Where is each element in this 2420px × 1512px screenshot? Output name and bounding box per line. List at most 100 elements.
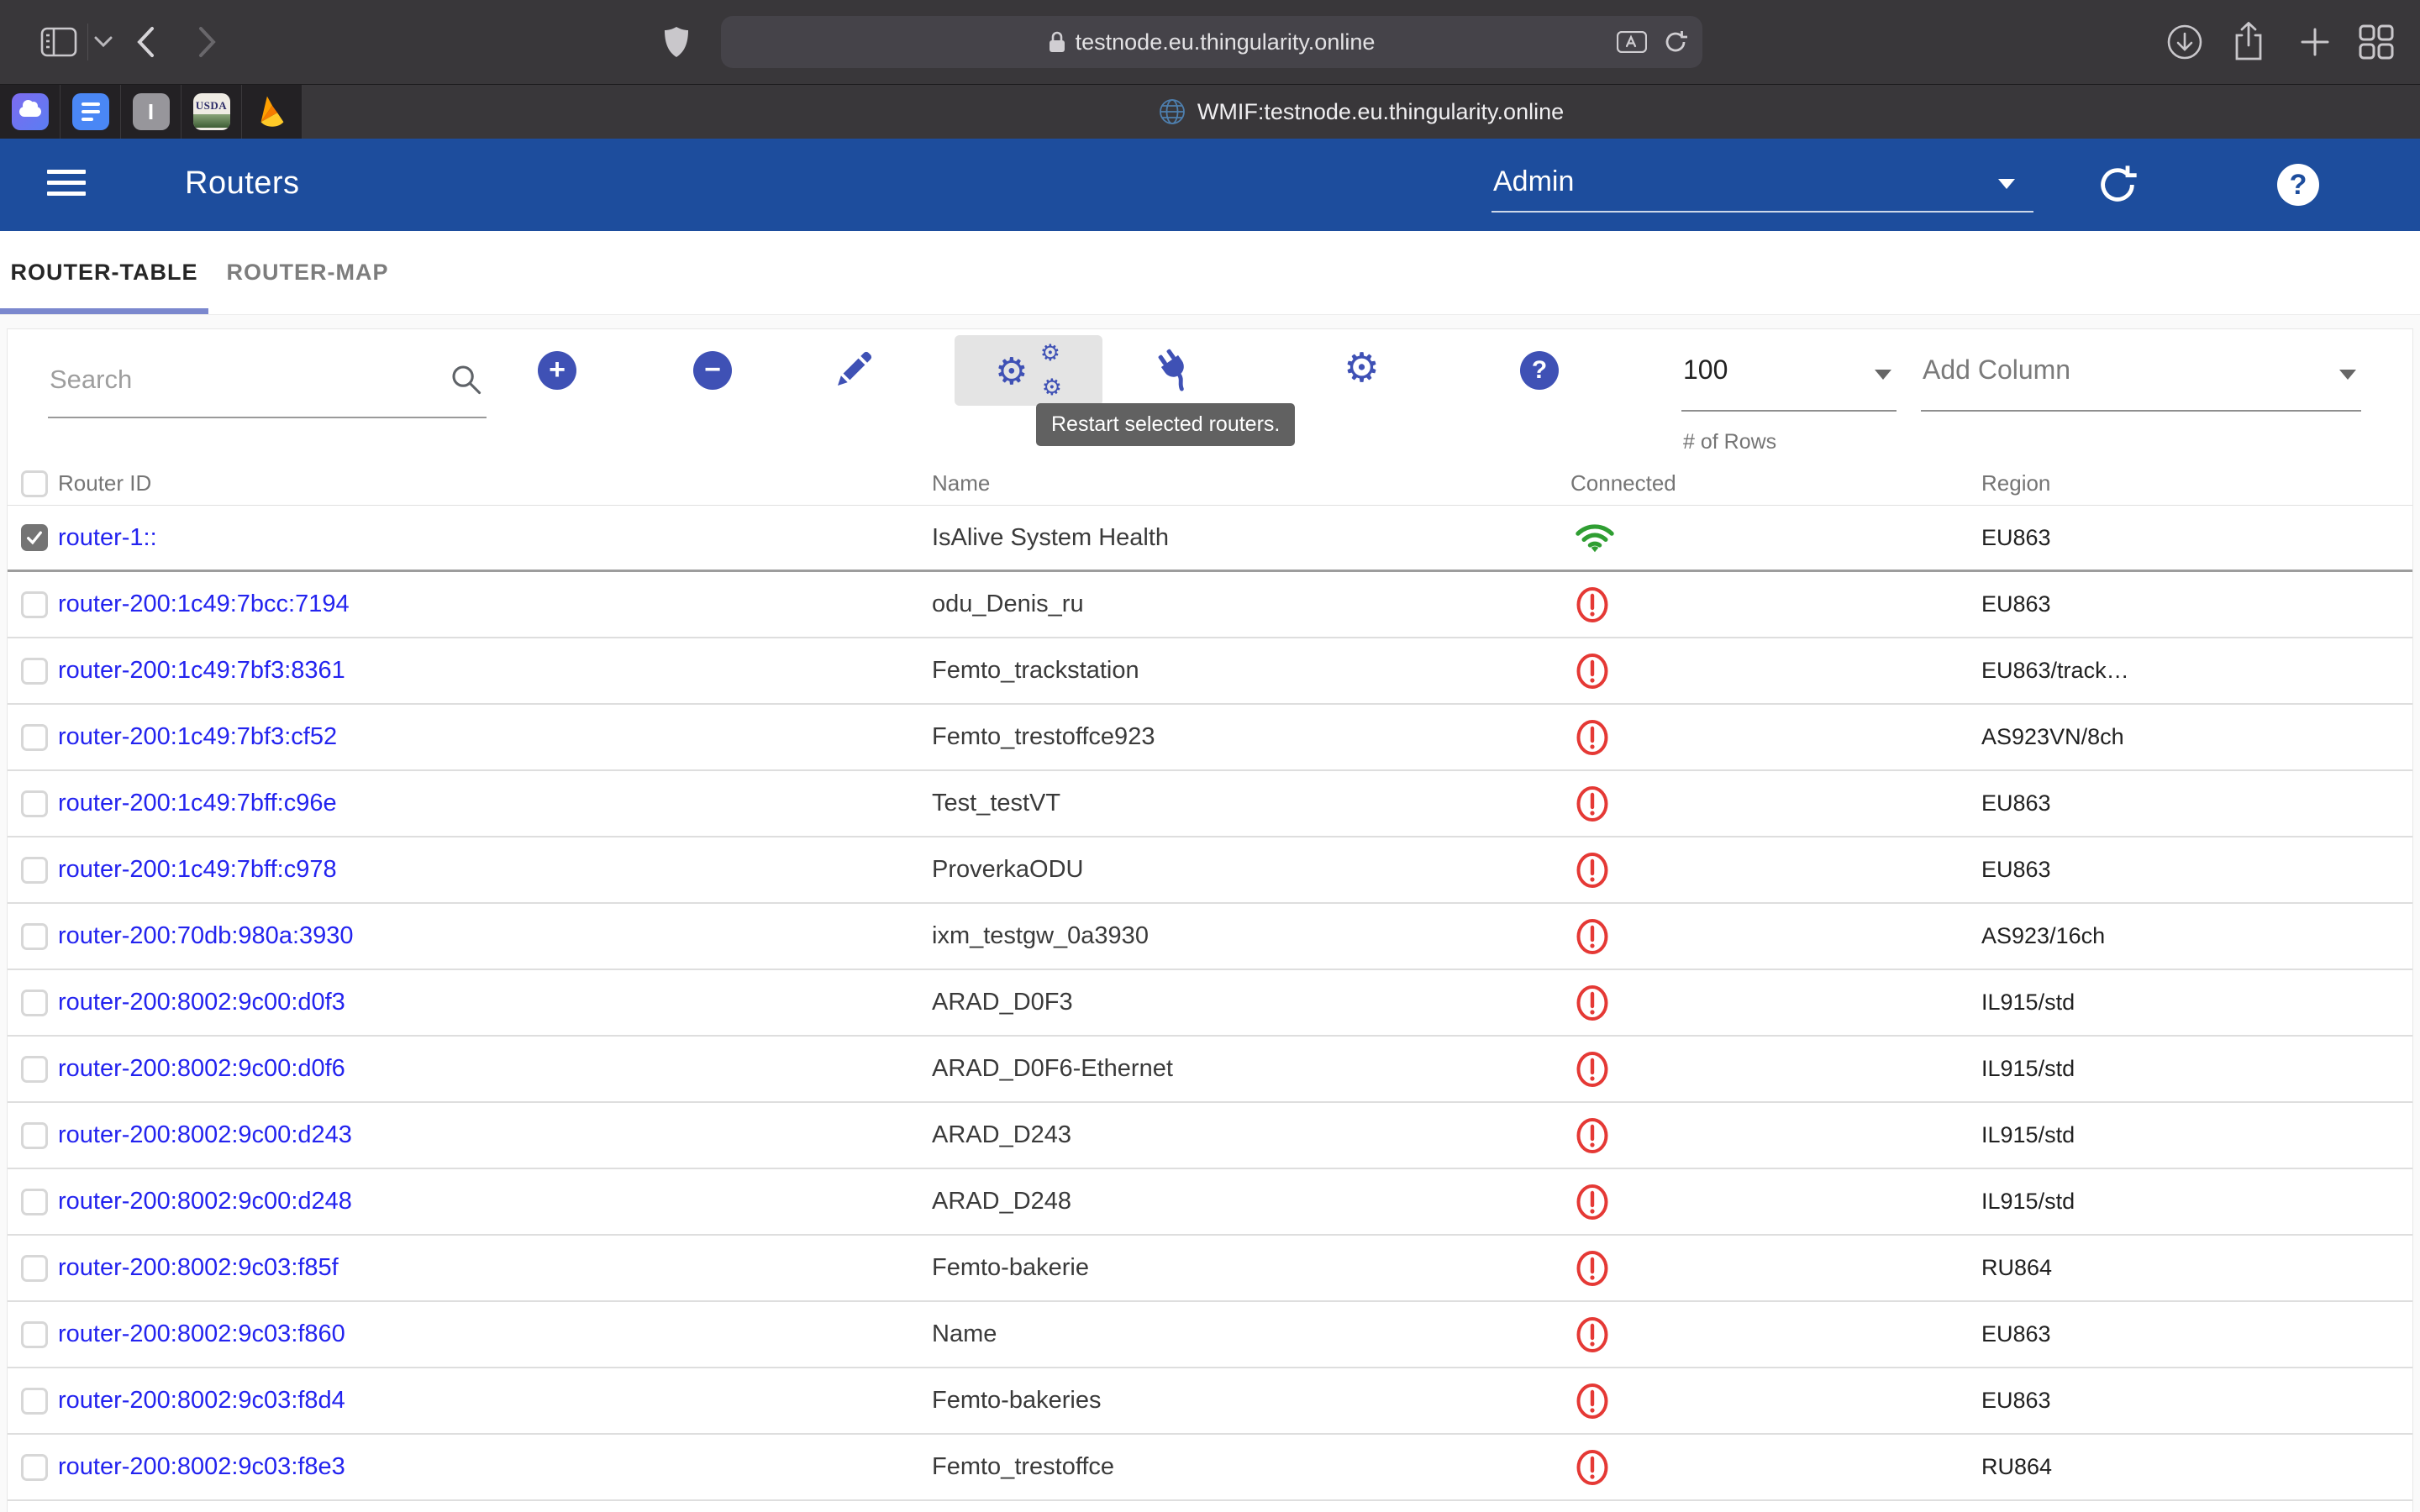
account-select-value: Admin — [1493, 165, 1574, 198]
column-header-connected[interactable]: Connected — [1570, 470, 1981, 496]
router-region: EU863/track… — [1981, 658, 2412, 684]
column-header-router-id[interactable]: Router ID — [58, 470, 932, 496]
row-checkbox[interactable] — [21, 1454, 48, 1481]
router-id-link[interactable]: router-200:70db:980a:3930 — [58, 922, 354, 949]
share-icon[interactable] — [2232, 0, 2265, 84]
toolbar-help-button[interactable]: ? — [1520, 351, 1559, 390]
active-browser-tab[interactable]: WMIF:testnode.eu.thingularity.online — [302, 85, 2420, 139]
router-name: ARAD_D0F3 — [932, 989, 1570, 1016]
router-region: IL915/std — [1981, 990, 2412, 1016]
router-id-link[interactable]: router-1:: — [58, 524, 157, 551]
browser-toolbar: testnode.eu.thingularity.online — [0, 0, 2420, 84]
row-checkbox[interactable] — [21, 1321, 48, 1348]
router-name: ProverkaODU — [932, 856, 1570, 884]
router-id-link[interactable]: router-200:8002:9c03:f85f — [58, 1254, 339, 1281]
router-id-link[interactable]: router-200:1c49:7bff:c978 — [58, 856, 337, 883]
column-header-name[interactable]: Name — [932, 470, 1570, 496]
router-table-card: Search + − ⚙⚙⚙ — [7, 328, 2413, 1512]
gears-icon: ⚙⚙⚙ — [995, 345, 1062, 396]
privacy-shield-icon[interactable] — [664, 0, 689, 84]
row-checkbox[interactable] — [21, 790, 48, 817]
help-button[interactable]: ? — [2277, 164, 2319, 206]
error-status-icon — [1576, 586, 1981, 623]
row-checkbox[interactable] — [21, 923, 48, 950]
page-title: Routers — [185, 165, 300, 202]
pinned-tab-docs[interactable] — [60, 85, 121, 139]
router-region: EU863 — [1981, 1388, 2412, 1414]
back-button[interactable] — [136, 0, 155, 84]
tab-router-map[interactable]: ROUTER-MAP — [208, 231, 407, 314]
router-id-link[interactable]: router-200:1c49:7bf3:cf52 — [58, 723, 337, 750]
remove-router-button[interactable]: − — [693, 351, 732, 390]
pinned-tab-firebase[interactable] — [242, 85, 302, 139]
row-checkbox[interactable] — [21, 1255, 48, 1282]
row-checkbox[interactable] — [21, 1189, 48, 1215]
rows-per-page-select[interactable]: 100 — [1681, 338, 1897, 412]
router-name: IsAlive System Health — [932, 524, 1570, 552]
pinned-tab-cloud[interactable] — [0, 85, 60, 139]
router-id-link[interactable]: router-200:8002:9c00:d248 — [58, 1188, 352, 1215]
select-all-checkbox[interactable] — [21, 470, 48, 497]
row-checkbox[interactable] — [21, 1388, 48, 1415]
router-id-link[interactable]: router-200:8002:9c03:f8d4 — [58, 1387, 345, 1414]
forward-button[interactable] — [198, 0, 217, 84]
chevron-down-icon — [2339, 370, 2356, 380]
router-id-link[interactable]: router-200:1c49:7bf3:8361 — [58, 657, 345, 684]
tab-strip: I USDA WMIF:testnode.eu.thingularity.onl… — [0, 84, 2420, 139]
router-region: EU863 — [1981, 525, 2412, 551]
row-checkbox[interactable] — [21, 724, 48, 751]
translate-icon[interactable] — [1617, 31, 1647, 53]
url-text: testnode.eu.thingularity.online — [1076, 29, 1376, 55]
row-checkbox[interactable] — [21, 1056, 48, 1083]
reload-icon[interactable] — [1664, 30, 1687, 54]
router-id-link[interactable]: router-200:1c49:7bff:c96e — [58, 790, 337, 816]
row-checkbox[interactable] — [21, 524, 48, 551]
address-bar[interactable]: testnode.eu.thingularity.online — [721, 16, 1702, 68]
router-region: IL915/std — [1981, 1056, 2412, 1082]
row-checkbox[interactable] — [21, 1122, 48, 1149]
downloads-icon[interactable] — [2166, 0, 2203, 84]
row-checkbox[interactable] — [21, 990, 48, 1016]
chevron-down-icon — [1875, 370, 1891, 380]
table-row: router-200:8002:9c03:f860 Name EU863 — [8, 1302, 2412, 1368]
chevron-down-icon — [1998, 179, 2015, 189]
pinned-tab-info[interactable]: I — [121, 85, 182, 139]
router-name: Femto_trestoffce923 — [932, 723, 1570, 751]
restart-routers-button[interactable]: ⚙⚙⚙ — [955, 335, 1102, 406]
tab-router-table[interactable]: ROUTER-TABLE — [0, 231, 208, 314]
router-id-link[interactable]: router-200:8002:9c03:f8e3 — [58, 1453, 345, 1480]
sidebar-toggle-icon[interactable] — [40, 0, 77, 84]
lock-icon — [1049, 31, 1065, 53]
table-row: router-200:8002:9c03:f8e3 Femto_trestoff… — [8, 1435, 2412, 1501]
add-router-button[interactable]: + — [538, 351, 576, 390]
error-status-icon — [1576, 785, 1981, 822]
edit-router-button[interactable] — [833, 350, 873, 391]
row-checkbox[interactable] — [21, 658, 48, 685]
router-id-link[interactable]: router-200:8002:9c03:f860 — [58, 1320, 345, 1347]
column-header-region[interactable]: Region — [1981, 470, 2412, 496]
connect-routers-button[interactable] — [1154, 348, 1197, 391]
router-id-link[interactable]: router-200:1c49:7bcc:7194 — [58, 591, 350, 617]
search-input[interactable]: Search — [48, 343, 487, 418]
router-id-link[interactable]: router-200:8002:9c00:d243 — [58, 1121, 352, 1148]
pinned-tab-usda[interactable]: USDA — [182, 85, 242, 139]
router-name: ARAD_D248 — [932, 1188, 1570, 1215]
row-checkbox[interactable] — [21, 857, 48, 884]
router-id-link[interactable]: router-200:8002:9c00:d0f3 — [58, 989, 345, 1016]
row-checkbox[interactable] — [21, 591, 48, 618]
account-select[interactable]: Admin — [1491, 155, 2033, 213]
refresh-button[interactable] — [2097, 165, 2138, 205]
table-row: router-200:1c49:7bf3:cf52 Femto_trestoff… — [8, 705, 2412, 771]
router-name: Femto_trackstation — [932, 657, 1570, 685]
menu-icon[interactable] — [47, 170, 86, 202]
router-id-link[interactable]: router-200:8002:9c00:d0f6 — [58, 1055, 345, 1082]
settings-button[interactable]: ⚙ — [1344, 348, 1380, 388]
tab-overview-icon[interactable] — [2358, 0, 2395, 84]
chevron-down-icon[interactable] — [94, 0, 113, 84]
add-column-select[interactable]: Add Column — [1921, 338, 2361, 412]
router-name: ixm_testgw_0a3930 — [932, 922, 1570, 950]
table-row: router-200:8002:9c03:f8d4 Femto-bakeries — [8, 1368, 2412, 1435]
router-region: IL915/std — [1981, 1189, 2412, 1215]
new-tab-icon[interactable] — [2299, 0, 2331, 84]
router-region: EU863 — [1981, 857, 2412, 883]
